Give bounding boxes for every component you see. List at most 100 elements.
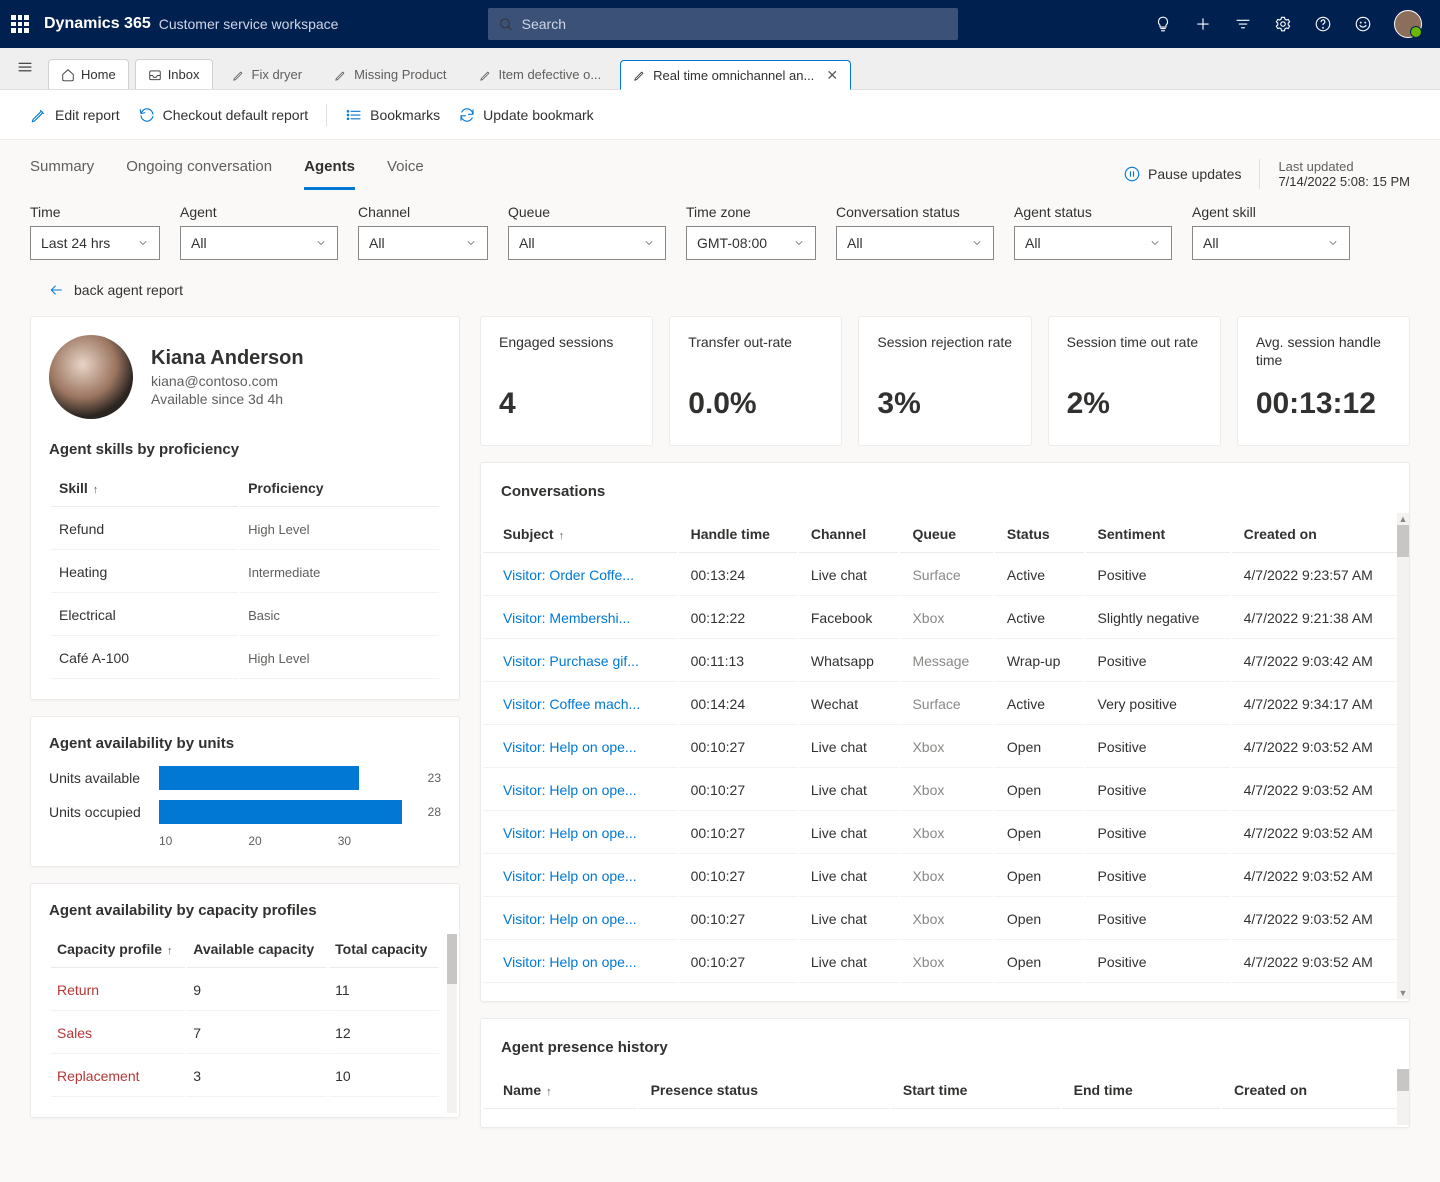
global-search[interactable] [488, 8, 958, 40]
capacity-profile-link[interactable]: Return [51, 970, 185, 1011]
col-status[interactable]: Status [995, 516, 1084, 553]
table-row: Visitor: Help on ope...00:10:27Live chat… [483, 899, 1407, 940]
conversation-subject-link[interactable]: Visitor: Help on ope... [503, 954, 637, 970]
report-tab-ongoing-conversation[interactable]: Ongoing conversation [126, 158, 272, 190]
capacity-profile-link[interactable]: Sales [51, 1013, 185, 1054]
col-available-capacity[interactable]: Available capacity [187, 931, 327, 968]
skill-name: Heating [51, 552, 238, 593]
user-avatar[interactable] [1394, 10, 1422, 38]
help-icon[interactable] [1314, 15, 1332, 33]
col-skill[interactable]: Skill↑ [51, 470, 238, 507]
queue: Surface [900, 684, 992, 725]
hamburger-icon[interactable] [8, 50, 42, 87]
filter-label: Time zone [686, 204, 816, 220]
capacity-profile-link[interactable]: Replacement [51, 1056, 185, 1097]
table-row: Visitor: Purchase gif...00:11:13Whatsapp… [483, 641, 1407, 682]
chart-bar-row: Units available23 [49, 766, 441, 790]
session-tab[interactable]: Real time omnichannel an... ✕ [620, 60, 851, 90]
kpi-card: Session time out rate 2% [1048, 316, 1221, 446]
kpi-value: 0.0% [688, 387, 823, 421]
pen-icon [334, 68, 348, 82]
edit-report-button[interactable]: Edit report [30, 106, 120, 124]
session-tab[interactable]: Missing Product [321, 59, 459, 89]
created-on: 4/7/2022 9:03:52 AM [1232, 770, 1407, 811]
table-row: Replacement310 [51, 1056, 439, 1097]
table-row: Visitor: Coffee mach...00:14:24WechatSur… [483, 684, 1407, 725]
home-icon [61, 68, 75, 82]
filter-select[interactable]: GMT-08:00 [686, 226, 816, 260]
filter-agent-skill: Agent skillAll [1192, 204, 1350, 260]
col-proficiency[interactable]: Proficiency [240, 470, 439, 507]
pause-updates-button[interactable]: Pause updates [1123, 165, 1241, 183]
conversation-subject-link[interactable]: Visitor: Coffee mach... [503, 696, 640, 712]
close-icon[interactable]: ✕ [826, 67, 838, 84]
scrollbar[interactable] [447, 934, 457, 1113]
col-presence-status[interactable]: Presence status [639, 1072, 889, 1109]
sentiment: Positive [1086, 813, 1230, 854]
session-tab[interactable]: Item defective o... [466, 59, 615, 89]
scrollbar[interactable] [1397, 1069, 1409, 1125]
filter-select[interactable]: All [836, 226, 994, 260]
plus-icon[interactable] [1194, 15, 1212, 33]
col-subject[interactable]: Subject↑ [483, 516, 677, 553]
back-agent-report-link[interactable]: back agent report [0, 282, 1440, 316]
conversation-subject-link[interactable]: Visitor: Help on ope... [503, 739, 637, 755]
search-input[interactable] [522, 16, 949, 32]
table-row: RefundHigh Level [51, 509, 439, 550]
session-tab[interactable]: Home [48, 59, 129, 89]
lightbulb-icon[interactable] [1154, 15, 1172, 33]
channel: Live chat [799, 856, 899, 897]
presence-table: Name↑Presence statusStart timeEnd timeCr… [481, 1070, 1409, 1111]
filter-select[interactable]: All [1192, 226, 1350, 260]
report-tab-summary[interactable]: Summary [30, 158, 94, 190]
channel: Live chat [799, 899, 899, 940]
conversation-subject-link[interactable]: Visitor: Purchase gif... [503, 653, 639, 669]
sentiment: Very positive [1086, 684, 1230, 725]
filter-select[interactable]: All [1014, 226, 1172, 260]
scrollbar[interactable]: ▲▼ [1397, 513, 1409, 999]
col-channel[interactable]: Channel [799, 516, 899, 553]
capacity-profiles-card: Agent availability by capacity profiles … [30, 883, 460, 1118]
filter-select[interactable]: All [358, 226, 488, 260]
queue: Surface [900, 555, 992, 596]
session-tab[interactable]: Fix dryer [219, 59, 316, 89]
col-handle-time[interactable]: Handle time [679, 516, 797, 553]
filter-select[interactable]: Last 24 hrs [30, 226, 160, 260]
col-sentiment[interactable]: Sentiment [1086, 516, 1230, 553]
col-capacity-profile[interactable]: Capacity profile↑ [51, 931, 185, 968]
col-created-on[interactable]: Created on [1232, 516, 1407, 553]
conversation-subject-link[interactable]: Visitor: Help on ope... [503, 825, 637, 841]
conversation-subject-link[interactable]: Visitor: Help on ope... [503, 868, 637, 884]
conversation-subject-link[interactable]: Visitor: Order Coffe... [503, 567, 634, 583]
filter-select[interactable]: All [508, 226, 666, 260]
report-tab-agents[interactable]: Agents [304, 158, 355, 190]
conversation-subject-link[interactable]: Visitor: Help on ope... [503, 911, 637, 927]
kpi-value: 2% [1067, 387, 1202, 421]
col-total-capacity[interactable]: Total capacity [329, 931, 439, 968]
checkout-report-button[interactable]: Checkout default report [138, 106, 309, 124]
col-queue[interactable]: Queue [900, 516, 992, 553]
report-tab-voice[interactable]: Voice [387, 158, 424, 190]
emoji-icon[interactable] [1354, 15, 1372, 33]
update-bookmark-button[interactable]: Update bookmark [458, 106, 594, 124]
bookmarks-button[interactable]: Bookmarks [345, 106, 440, 124]
filter-select[interactable]: All [180, 226, 338, 260]
sentiment: Positive [1086, 899, 1230, 940]
conversation-subject-link[interactable]: Visitor: Help on ope... [503, 782, 637, 798]
skill-proficiency: High Level [240, 638, 439, 679]
col-name[interactable]: Name↑ [483, 1072, 637, 1109]
col-end-time[interactable]: End time [1062, 1072, 1220, 1109]
kpi-title: Avg. session handle time [1256, 333, 1391, 369]
sync-icon [458, 106, 476, 124]
arrow-left-icon [48, 282, 64, 298]
conversation-subject-link[interactable]: Visitor: Membershi... [503, 610, 630, 626]
filter-label: Time [30, 204, 160, 220]
kpi-title: Session time out rate [1067, 333, 1202, 369]
tab-label: Real time omnichannel an... [653, 68, 814, 83]
col-start-time[interactable]: Start time [891, 1072, 1060, 1109]
session-tab[interactable]: Inbox [135, 59, 213, 89]
gear-icon[interactable] [1274, 15, 1292, 33]
filter-icon[interactable] [1234, 15, 1252, 33]
app-launcher-icon[interactable] [8, 12, 32, 36]
col-created-on[interactable]: Created on [1222, 1072, 1407, 1109]
